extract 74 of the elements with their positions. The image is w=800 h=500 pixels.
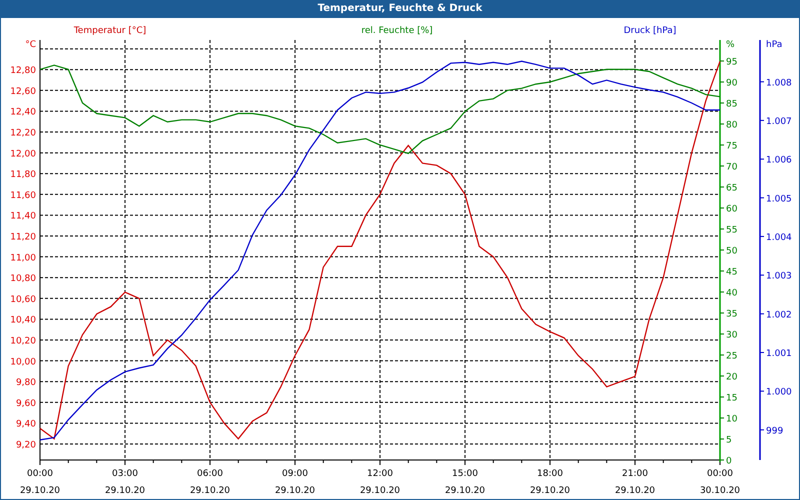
humidity-tick-label: 60 <box>726 204 738 214</box>
humidity-tick-label: 90 <box>726 78 738 88</box>
humidity-tick-label: 80 <box>726 120 738 130</box>
time-label: 18:00 <box>537 469 563 479</box>
humidity-tick-label: 50 <box>726 246 738 256</box>
pressure-tick-label: 1.007 <box>766 116 792 127</box>
time-label: 15:00 <box>452 469 478 479</box>
window-title: Temperatur, Feuchte & Druck <box>1 0 799 18</box>
time-label: 00:00 <box>27 469 53 479</box>
humidity-unit: % <box>726 40 735 50</box>
humidity-tick-label: 95 <box>726 58 738 68</box>
temperature-tick-label: 9,60 <box>16 398 36 409</box>
pressure-tick-label: 1.001 <box>766 348 792 359</box>
date-label: 30.10.20 <box>700 486 740 496</box>
temperature-tick-label: 9,40 <box>16 420 36 430</box>
humidity-tick-label: 10 <box>726 414 738 424</box>
temperature-tick-label: 11,60 <box>10 190 36 201</box>
time-label: 09:00 <box>282 469 308 479</box>
temperature-tick-label: 12,80 <box>10 66 36 76</box>
humidity-tick-label: 35 <box>726 310 738 320</box>
humidity-tick-label: 65 <box>726 184 738 194</box>
pressure-tick-label: 999 <box>766 426 784 436</box>
temperature-unit: °C <box>25 40 36 50</box>
humidity-tick-label: 25 <box>726 352 738 362</box>
humidity-tick-label: 15 <box>726 394 738 404</box>
date-label: 29.10.20 <box>274 486 316 496</box>
time-label: 03:00 <box>112 469 138 479</box>
temperature-tick-label: 10,40 <box>10 316 36 326</box>
temperature-tick-label: 11,40 <box>10 212 36 222</box>
time-label: 21:00 <box>622 469 648 479</box>
pressure-tick-label: 1.002 <box>766 310 792 320</box>
humidity-legend: rel. Feuchte [%] <box>361 26 433 36</box>
date-label: 29.10.20 <box>20 486 60 496</box>
pressure-legend: Druck [hPa] <box>624 26 676 36</box>
pressure-unit: hPa <box>766 40 782 50</box>
temperature-tick-label: 12,20 <box>10 128 36 139</box>
humidity-tick-label: 45 <box>726 268 738 278</box>
temperature-tick-label: 11,20 <box>10 232 36 243</box>
temperature-tick-label: 10,60 <box>10 294 36 305</box>
humidity-tick-label: 55 <box>726 226 738 236</box>
humidity-tick-label: 0 <box>726 456 732 466</box>
temperature-tick-label: 12,00 <box>10 149 36 160</box>
temperature-tick-label: 11,00 <box>10 253 36 264</box>
pressure-tick-label: 1.000 <box>766 388 792 398</box>
temperature-tick-label: 12,40 <box>10 108 36 118</box>
temperature-tick-label: 9,20 <box>16 440 36 450</box>
pressure-tick-label: 1.005 <box>766 194 792 204</box>
humidity-tick-label: 75 <box>726 142 738 152</box>
temperature-tick-label: 9,80 <box>16 378 36 388</box>
date-label: 29.10.20 <box>190 486 230 496</box>
pressure-tick-label: 1.004 <box>766 232 792 243</box>
time-label: 12:00 <box>367 469 393 479</box>
humidity-tick-label: 5 <box>726 436 732 446</box>
date-label: 29.10.20 <box>444 486 486 496</box>
temperature-tick-label: 10,80 <box>10 274 36 284</box>
temperature-tick-label: 11,80 <box>10 170 36 180</box>
humidity-tick-label: 30 <box>726 330 738 340</box>
humidity-tick-label: 70 <box>726 162 738 172</box>
temperature-tick-label: 10,00 <box>10 357 36 368</box>
date-label: 29.10.20 <box>104 486 146 496</box>
date-label: 29.10.20 <box>614 486 656 496</box>
date-label: 29.10.20 <box>360 486 400 496</box>
humidity-tick-label: 85 <box>726 100 738 110</box>
humidity-tick-label: 40 <box>726 288 738 298</box>
temperature-tick-label: 12,60 <box>10 86 36 97</box>
time-label: 06:00 <box>197 469 223 479</box>
time-label: 00:00 <box>707 469 733 479</box>
temperature-tick-label: 10,20 <box>10 336 36 346</box>
temperature-legend: Temperatur [°C] <box>74 26 146 36</box>
date-label: 29.10.20 <box>530 486 570 496</box>
pressure-tick-label: 1.008 <box>766 78 792 88</box>
pressure-tick-label: 1.003 <box>766 272 792 282</box>
humidity-tick-label: 20 <box>726 372 738 382</box>
pressure-tick-label: 1.006 <box>766 156 792 166</box>
